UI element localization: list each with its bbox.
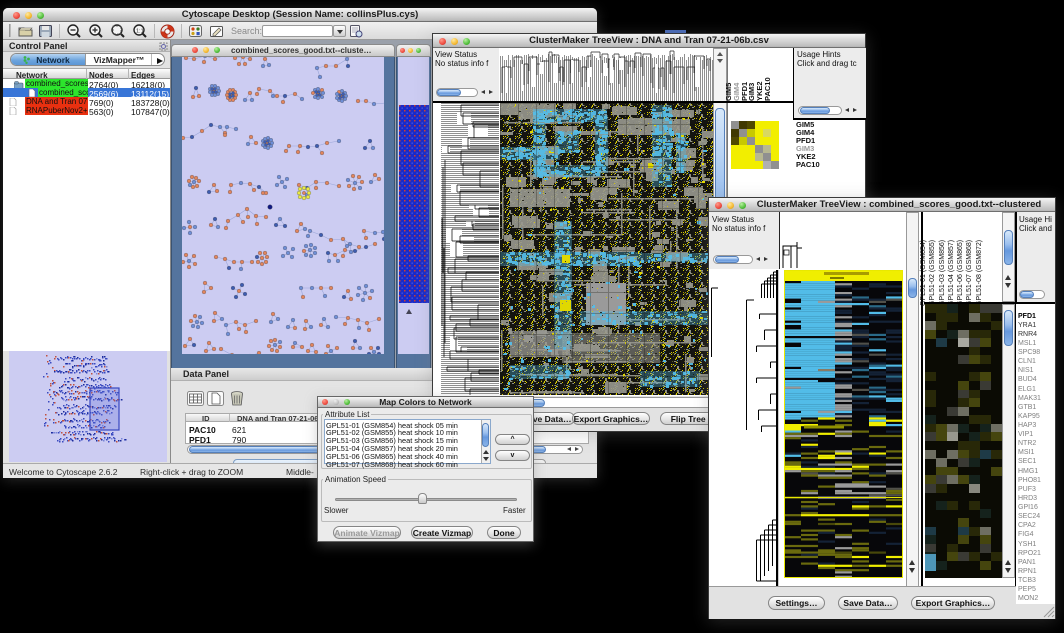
svg-text:1:1: 1:1 xyxy=(136,29,144,35)
